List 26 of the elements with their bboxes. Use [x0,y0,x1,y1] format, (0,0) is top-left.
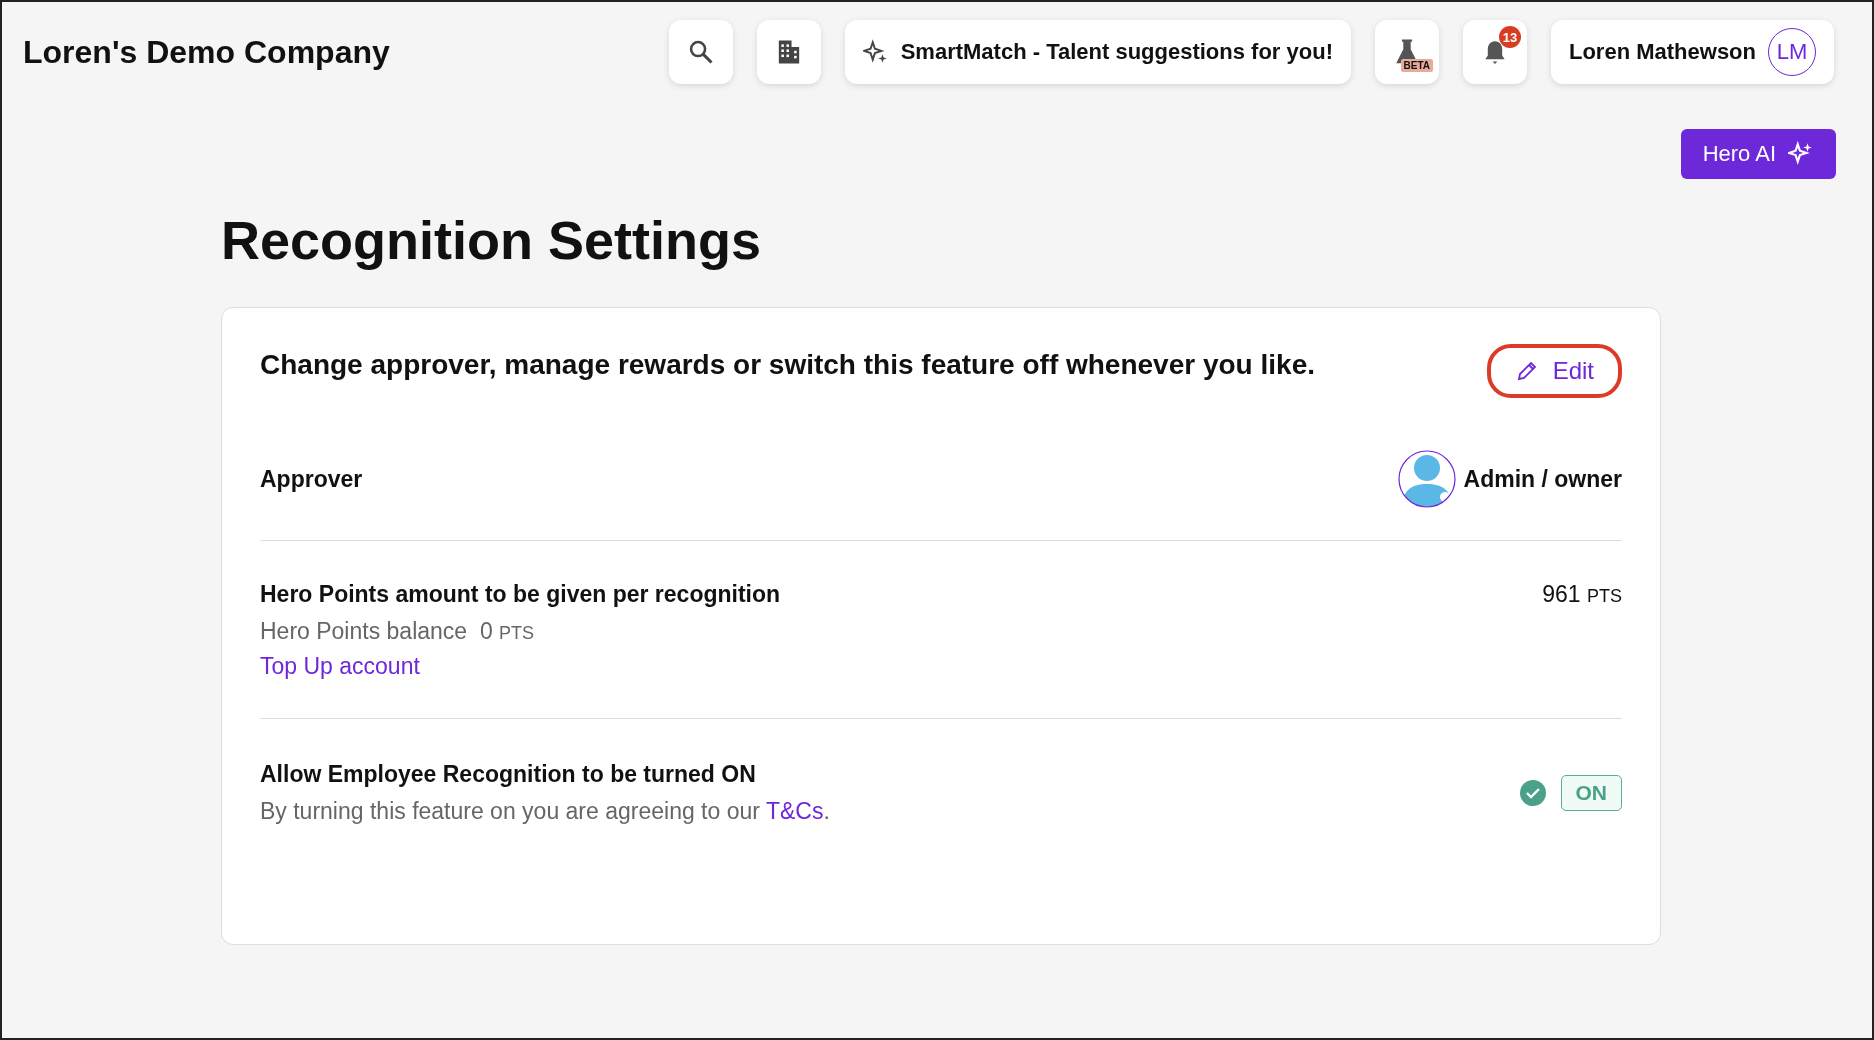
page-title: Recognition Settings [221,209,762,271]
company-name: Loren's Demo Company [23,33,390,71]
user-menu-button[interactable]: Loren Mathewson LM [1551,20,1834,84]
top-up-link[interactable]: Top Up account [260,653,420,680]
approver-value: Admin / owner [1463,465,1622,493]
allow-label: Allow Employee Recognition to be turned ON [260,761,757,788]
admin-avatar-icon [1397,450,1456,508]
points-amount: 961 PTS [1542,581,1622,608]
notification-count: 13 [1499,26,1521,48]
labs-button[interactable]: BETA [1375,20,1439,84]
hero-ai-button[interactable]: Hero AI [1680,129,1836,179]
points-label: Hero Points amount to be given per recognition [260,581,781,608]
sparkle-icon [1788,141,1814,167]
company-button[interactable] [756,20,821,84]
points-balance: Hero Points balance 0 PTS [260,618,536,645]
check-icon [1518,779,1547,807]
edit-button[interactable]: Edit [1486,344,1622,398]
card-intro: Change approver, manage rewards or switch this feature off whenever you like. [260,348,1315,382]
allow-description: By turning this feature on you are agreeing to our T&Cs. [260,798,830,825]
approver-label: Approver [260,465,363,493]
search-button[interactable] [668,20,733,84]
sparkle-icon [862,39,889,65]
terms-link[interactable]: T&Cs [765,798,824,824]
smartmatch-button[interactable]: SmartMatch - Talent suggestions for you! [844,20,1351,84]
beta-badge: BETA [1400,59,1433,72]
notifications-button[interactable]: 13 [1463,20,1527,84]
